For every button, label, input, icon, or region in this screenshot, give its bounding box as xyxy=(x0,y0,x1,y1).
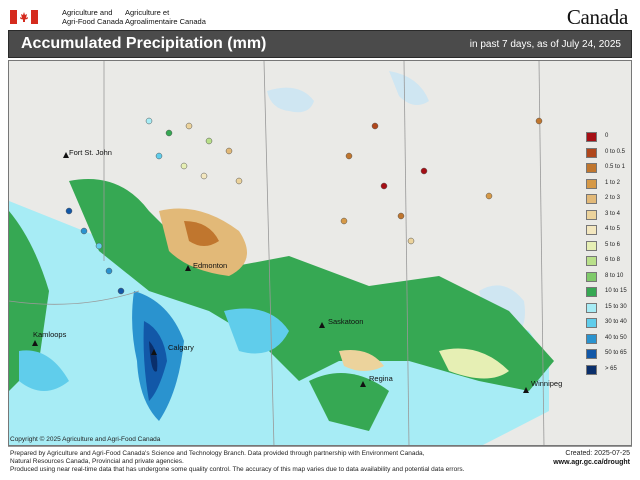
agency-fr-line1: Agriculture et xyxy=(125,8,170,17)
canada-wordmark: Canada xyxy=(566,5,628,29)
city-label: Fort St. John xyxy=(69,148,112,157)
agency-en-line2: Agri-Food Canada xyxy=(62,17,124,26)
legend-item: 8 to 10 xyxy=(586,271,631,284)
legend-item: 1 to 2 xyxy=(586,178,631,191)
agency-name-english: Agriculture and Agri-Food Canada xyxy=(62,8,123,26)
footer-line3: Produced using near real-time data that … xyxy=(10,466,465,473)
legend-label: 3 to 4 xyxy=(605,210,621,217)
legend-swatch xyxy=(586,163,597,173)
legend-label: 40 to 50 xyxy=(605,334,627,341)
legend-swatch xyxy=(586,333,597,344)
city-label: Calgary xyxy=(168,343,194,352)
page-footer: Prepared by Agriculture and Agri-Food Ca… xyxy=(8,446,632,477)
city-label: Winnipeg xyxy=(531,379,563,388)
legend-item: 0.5 to 1 xyxy=(586,162,631,175)
legend-swatch xyxy=(586,132,597,142)
legend-item: 40 to 50 xyxy=(586,333,631,346)
legend-swatch xyxy=(586,194,597,204)
agency-name-french: Agriculture et Agroalimentaire Canada xyxy=(125,8,206,26)
legend-item: 0 to 0.5 xyxy=(586,147,631,160)
legend-item: 6 to 8 xyxy=(586,255,631,268)
legend-swatch xyxy=(586,178,597,189)
page-header: Agriculture and Agri-Food Canada Agricul… xyxy=(0,0,640,30)
city-marker-icon xyxy=(185,265,191,271)
created-date: Created: 2025-07-25 xyxy=(565,450,630,457)
legend-swatch xyxy=(586,349,597,359)
city-marker-icon xyxy=(360,381,366,387)
legend-swatch xyxy=(586,318,597,328)
legend-label: 30 to 40 xyxy=(605,319,627,325)
city-label: Edmonton xyxy=(193,261,228,270)
legend-swatch xyxy=(586,256,597,266)
city-marker-icon xyxy=(151,349,157,355)
legend-label: 10 to 15 xyxy=(605,288,627,294)
legend-swatch xyxy=(586,271,597,282)
legend-label: 5 to 6 xyxy=(605,241,621,248)
map-canvas xyxy=(9,61,631,445)
city-marker-icon xyxy=(32,340,38,346)
legend-item: 3 to 4 xyxy=(586,209,631,222)
city-marker-icon xyxy=(523,387,529,393)
legend-swatch xyxy=(586,287,597,297)
legend-item: 50 to 65 xyxy=(586,348,631,361)
agency-fr-line2: Agroalimentaire Canada xyxy=(125,17,206,26)
footer-line2: Natural Resources Canada, Provincial and… xyxy=(10,458,184,465)
city-label: Saskatoon xyxy=(328,317,364,326)
legend-label: > 65 xyxy=(605,365,617,372)
canada-flag-icon xyxy=(10,10,38,24)
legend-item: 15 to 30 xyxy=(586,302,631,315)
legend-label: 0 xyxy=(605,133,609,139)
legend-item: 5 to 6 xyxy=(586,240,631,253)
agency-en-line1: Agriculture and xyxy=(62,8,113,17)
legend-swatch xyxy=(586,240,597,251)
city-marker-icon xyxy=(319,322,325,328)
legend-label: 1 to 2 xyxy=(605,179,621,186)
city-label: Regina xyxy=(369,374,393,383)
legend-label: 6 to 8 xyxy=(605,257,621,263)
legend-swatch xyxy=(586,225,597,235)
city-label: Kamloops xyxy=(33,330,67,339)
legend-swatch xyxy=(586,364,597,375)
map-title: Accumulated Precipitation (mm) xyxy=(21,35,267,52)
map-subtitle: in past 7 days, as of July 24, 2025 xyxy=(469,39,621,50)
website-link[interactable]: www.agr.gc.ca/drought xyxy=(553,459,630,466)
legend-swatch xyxy=(586,147,597,158)
legend-label: 4 to 5 xyxy=(605,226,621,232)
footer-line1: Prepared by Agriculture and Agri-Food Ca… xyxy=(10,450,425,457)
legend-label: 50 to 65 xyxy=(605,350,627,356)
copyright-notice: Copyright © 2025 Agriculture and Agri-Fo… xyxy=(10,436,161,443)
precipitation-map: 0 0 to 0.5 0.5 to 1 1 to 2 2 to 3 3 to 4 4 to … xyxy=(8,60,632,446)
legend-label: 0 to 0.5 xyxy=(605,148,626,155)
legend-swatch xyxy=(586,209,597,220)
legend-label: 2 to 3 xyxy=(605,195,621,201)
legend-item: 0 xyxy=(586,131,631,144)
legend-swatch xyxy=(586,302,597,313)
legend-item: 2 to 3 xyxy=(586,193,631,206)
legend-item: 4 to 5 xyxy=(586,224,631,237)
legend-label: 0.5 to 1 xyxy=(605,164,626,170)
title-bar: Accumulated Precipitation (mm) in past 7… xyxy=(8,30,632,58)
legend-item: 10 to 15 xyxy=(586,286,631,299)
legend-item: > 65 xyxy=(586,364,631,377)
legend-item: 30 to 40 xyxy=(586,317,631,330)
legend-label: 8 to 10 xyxy=(605,272,624,279)
legend-label: 15 to 30 xyxy=(605,303,627,310)
